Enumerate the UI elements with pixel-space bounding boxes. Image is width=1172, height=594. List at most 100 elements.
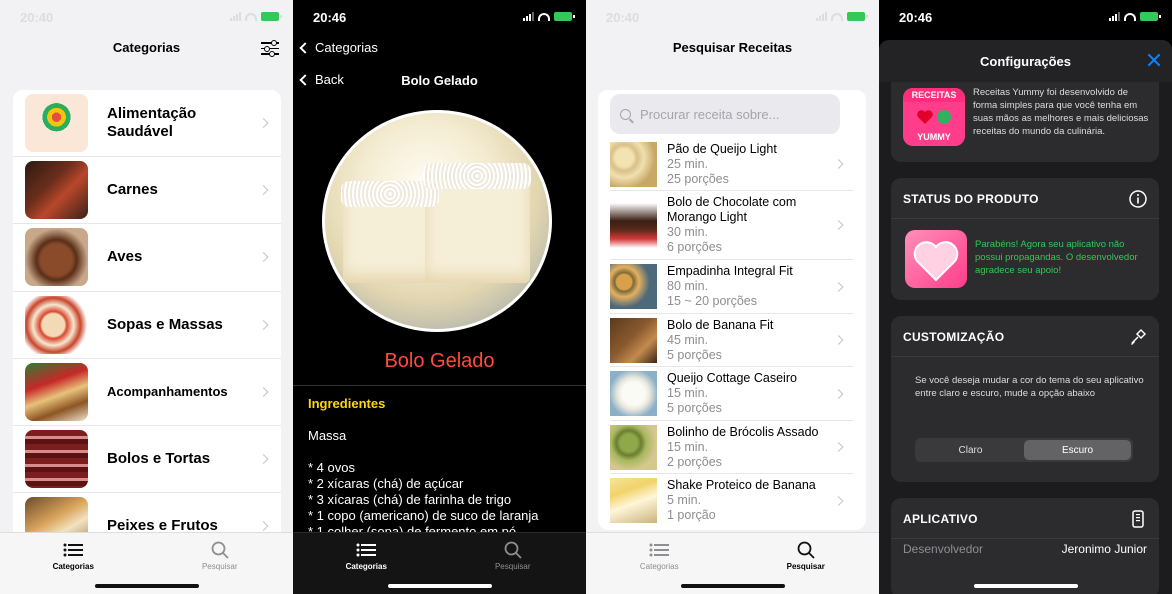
- recipe-row[interactable]: Empadinha Integral Fit 80 min. 15 ~ 20 por…: [610, 260, 854, 314]
- category-item[interactable]: Acompanhamentos: [13, 359, 281, 426]
- status-time: 20:40: [20, 10, 54, 25]
- healthy-food-image: [25, 94, 88, 153]
- recipe-row[interactable]: Bolo de Banana Fit 45 min. 5 porções: [610, 314, 854, 367]
- recipe-thumbnail: [610, 425, 657, 470]
- divider: [293, 385, 586, 386]
- battery-icon: [554, 12, 575, 21]
- chevron-right-icon: [833, 335, 844, 345]
- recipe-row[interactable]: Pão de Queijo Light 25 min. 25 porções: [610, 138, 854, 191]
- close-icon[interactable]: [1146, 52, 1162, 68]
- recipe-portions: 25 porções: [667, 172, 729, 186]
- back-label: Categorias: [315, 40, 378, 55]
- battery-icon: [847, 12, 868, 21]
- page-title: Pesquisar Receitas: [672, 40, 793, 55]
- category-item[interactable]: Sopas e Massas: [13, 292, 281, 359]
- chevron-right-icon: [258, 454, 269, 464]
- settings-screen: 20:46 Configurações RECEITAS YUMMY Recei…: [879, 0, 1172, 594]
- categories-screen: 20:40 Categorias Alimentação Saudável Ca…: [0, 0, 293, 594]
- theme-option-claro[interactable]: Claro: [917, 440, 1024, 460]
- settings-sheet: Configurações RECEITAS YUMMY Receitas Yu…: [879, 40, 1172, 594]
- ingredients-text: Massa * 4 ovos * 2 xícaras (chá) de açúc…: [308, 428, 539, 539]
- category-item[interactable]: Alimentação Saudável: [13, 90, 281, 158]
- side-dish-image: [25, 362, 88, 421]
- phone-icon: [1129, 510, 1147, 528]
- category-label: Bolos e Tortas: [107, 450, 211, 468]
- premium-icon: [905, 230, 967, 288]
- app-title: APLICATIVO: [903, 512, 978, 526]
- app-logo: RECEITAS YUMMY: [903, 88, 965, 146]
- battery-icon: [261, 12, 282, 21]
- category-list: Alimentação Saudável Carnes Aves Sopas e…: [13, 90, 281, 540]
- divider: [891, 356, 1159, 357]
- list-icon: [356, 541, 377, 559]
- recipe-time: 5 min.: [667, 493, 702, 507]
- signal-icon: [816, 12, 827, 21]
- recipe-name: Bolo de Banana Fit: [667, 318, 774, 332]
- search-icon: [211, 541, 229, 559]
- tab-label: Categorias: [52, 562, 94, 571]
- screenshot-strip: 20:40 Categorias Alimentação Saudável Ca…: [0, 0, 1172, 594]
- recipe-row[interactable]: Bolinho de Brócolis Assado 15 min. 2 porçõ…: [610, 421, 854, 474]
- status-title: STATUS DO PRODUTO: [903, 192, 1039, 206]
- recipe-time: 80 min.: [667, 279, 708, 293]
- recipe-list: Pão de Queijo Light 25 min. 25 porções Bol…: [610, 138, 854, 527]
- status-bar: 20:40: [586, 0, 879, 34]
- recipe-photo: [322, 110, 552, 332]
- recipe-row[interactable]: Bolo de Chocolate com Morango Light 30 mi…: [610, 191, 854, 260]
- back-to-categorias[interactable]: Categorias: [299, 40, 586, 55]
- recipe-portions: 6 porções: [667, 240, 722, 254]
- status-card: STATUS DO PRODUTO Parabéns! Agora seu ap…: [891, 178, 1159, 300]
- search-input[interactable]: Procurar receita sobre...: [610, 94, 840, 134]
- chevron-right-icon: [833, 220, 844, 230]
- chevron-right-icon: [833, 281, 844, 292]
- wifi-icon: [245, 12, 257, 21]
- category-item[interactable]: Aves: [13, 224, 281, 292]
- tab-label: Pesquisar: [201, 562, 238, 571]
- status-icons: [230, 12, 282, 21]
- chevron-right-icon: [258, 118, 269, 129]
- recipe-detail-screen: 20:46 Categorias Back Bolo Gelado Bolo G…: [293, 0, 586, 594]
- wifi-icon: [1124, 12, 1136, 21]
- developer-value: Jeronimo Junior: [1061, 542, 1147, 556]
- recipe-row[interactable]: Shake Proteico de Banana 5 min. 1 porção: [610, 474, 854, 527]
- recipe-thumbnail: [610, 318, 657, 363]
- recipe-time: 15 min.: [667, 386, 708, 400]
- theme-segmented-control: Claro Escuro: [915, 438, 1133, 462]
- status-time: 20:46: [313, 10, 347, 25]
- recipe-row[interactable]: Queijo Cottage Caseiro 15 min. 5 porções: [610, 367, 854, 421]
- signal-icon: [230, 12, 241, 21]
- recipe-name: Bolinho de Brócolis Assado: [667, 425, 819, 439]
- tab-label: Categorias: [639, 562, 679, 571]
- status-bar: 20:46: [293, 0, 586, 34]
- chevron-right-icon: [833, 442, 844, 452]
- category-item[interactable]: Carnes: [13, 157, 281, 225]
- heart-icon: [903, 102, 965, 132]
- filter-sliders-icon[interactable]: [261, 40, 279, 56]
- recipe-portions: 5 porções: [667, 401, 722, 415]
- chevron-right-icon: [258, 185, 269, 196]
- category-item[interactable]: Bolos e Tortas: [13, 426, 281, 494]
- poultry-image: [25, 228, 88, 287]
- soup-pasta-image: [25, 295, 88, 354]
- search-icon: [797, 541, 815, 559]
- category-label: Sopas e Massas: [107, 315, 223, 333]
- custom-title: CUSTOMIZAÇÃO: [903, 330, 1005, 344]
- chevron-right-icon: [258, 521, 269, 532]
- recipe-portions: 2 porções: [667, 455, 722, 469]
- recipe-name: Empadinha Integral Fit: [667, 264, 793, 278]
- recipe-portions: 15 ~ 20 porções: [667, 294, 757, 308]
- recipe-time: 30 min.: [667, 225, 708, 239]
- status-time: 20:40: [606, 10, 640, 25]
- info-icon[interactable]: [1129, 190, 1147, 208]
- customization-card: CUSTOMIZAÇÃO Se você deseja mudar a cor …: [891, 316, 1159, 482]
- battery-icon: [1140, 12, 1161, 21]
- recipe-thumbnail: [610, 203, 657, 248]
- status-time: 20:46: [899, 10, 933, 25]
- wifi-icon: [831, 12, 843, 21]
- chevron-right-icon: [833, 388, 844, 399]
- status-bar: 20:40: [0, 0, 293, 34]
- recipe-thumbnail: [610, 264, 657, 309]
- custom-text: Se você deseja mudar a cor do tema do se…: [915, 375, 1144, 399]
- theme-option-escuro[interactable]: Escuro: [1024, 440, 1131, 460]
- list-icon: [649, 541, 670, 559]
